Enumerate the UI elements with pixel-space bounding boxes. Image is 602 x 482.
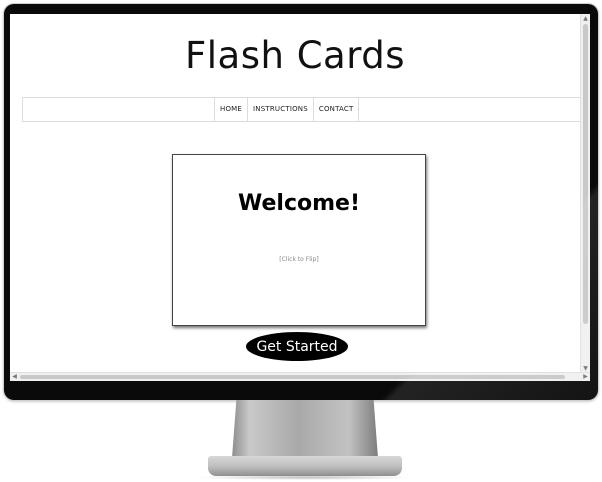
card-title: Welcome!	[238, 191, 360, 216]
get-started-button[interactable]: Get Started	[246, 332, 348, 361]
main-navbar: HOME INSTRUCTIONS CONTACT	[22, 97, 582, 122]
nav-item-instructions[interactable]: INSTRUCTIONS	[248, 98, 314, 121]
monitor-stand-base	[208, 456, 402, 476]
nav-item-home[interactable]: HOME	[215, 98, 249, 121]
horizontal-scroll-thumb[interactable]	[20, 375, 565, 379]
nav-item-contact[interactable]: CONTACT	[314, 98, 360, 121]
monitor-stand-neck	[232, 400, 378, 458]
browser-viewport: Flash Cards HOME INSTRUCTIONS CONTACT We…	[10, 14, 590, 381]
horizontal-scrollbar[interactable]: ◀ ▶	[10, 372, 590, 381]
scroll-left-arrow-icon[interactable]: ◀	[10, 373, 19, 381]
site-title: Flash Cards	[184, 34, 406, 77]
flip-hint: [Click to Flip]	[279, 256, 319, 263]
flash-card[interactable]: Welcome! [Click to Flip]	[172, 154, 426, 326]
nav-list: HOME INSTRUCTIONS CONTACT	[214, 98, 360, 121]
scroll-up-arrow-icon[interactable]: ▲	[581, 14, 590, 23]
stand-shadow	[196, 475, 414, 480]
scroll-right-arrow-icon[interactable]: ▶	[581, 373, 590, 381]
vertical-scroll-thumb[interactable]	[583, 24, 588, 324]
vertical-scrollbar[interactable]: ▲ ▼	[580, 14, 590, 373]
